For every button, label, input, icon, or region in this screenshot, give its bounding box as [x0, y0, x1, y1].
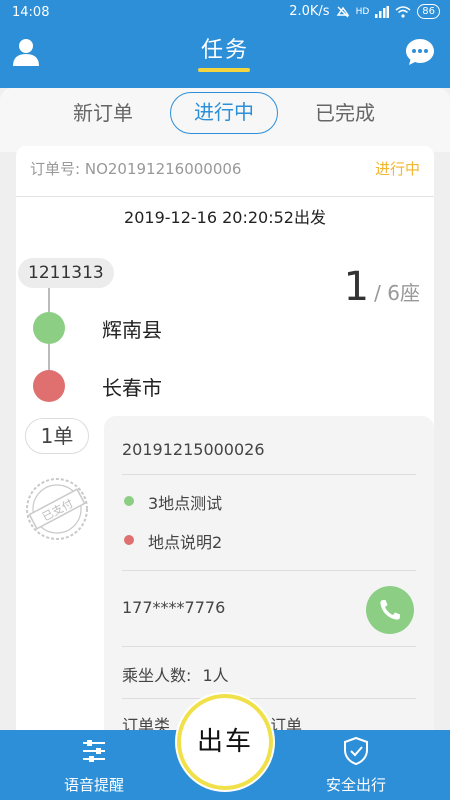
battery-indicator: 86 [417, 4, 440, 19]
passenger-count-value: 1人 [202, 666, 229, 685]
call-button[interactable] [366, 586, 414, 634]
status-icons: 2.0K/s HD 86 [289, 4, 440, 19]
order-number: 订单号: NO20191216000006 [30, 158, 241, 179]
tab-completed[interactable]: 已完成 [300, 92, 390, 134]
order-card[interactable]: 订单号: NO20191216000006 进行中 2019-12-16 20:… [16, 146, 434, 766]
tab-new-orders[interactable]: 新订单 [58, 92, 148, 134]
departure-time: 2019-12-16 20:20:52出发 [124, 208, 326, 227]
seat-count: 1 / 6座 [344, 264, 420, 310]
vehicle-plate: 1211313 [18, 258, 114, 288]
passenger-phone: 177****7776 [122, 598, 226, 617]
depart-button-label: 出车 [196, 727, 253, 757]
start-city: 辉南县 [102, 318, 162, 342]
shield-icon [344, 736, 368, 766]
route-line [48, 288, 50, 312]
paid-stamp: 已支付 [26, 478, 88, 540]
sliders-icon [83, 740, 105, 762]
divider [16, 196, 434, 197]
divider [122, 474, 416, 475]
voice-reminder-label: 语音提醒 [63, 776, 124, 794]
depart-button[interactable]: 出车 [177, 694, 273, 790]
passenger-count-label: 乘坐人数: [122, 666, 192, 685]
title-underline [198, 68, 250, 72]
page-title: 任务 [200, 38, 249, 63]
phone-icon [380, 600, 400, 620]
order-status: 进行中 [374, 160, 420, 178]
status-bar: 14:08 2.0K/s HD 86 [0, 0, 450, 28]
wifi-icon [395, 5, 411, 18]
divider [122, 698, 416, 699]
chat-icon[interactable] [404, 36, 436, 68]
seats-total: / 6座 [374, 281, 420, 305]
divider [122, 570, 416, 571]
order-count-badge: 1单 [25, 418, 89, 454]
order-number-value: NO20191216000006 [84, 160, 242, 178]
start-dot [33, 312, 65, 344]
dropoff-location: 地点说明2 [148, 533, 223, 552]
passenger-count: 乘坐人数: 1人 [122, 662, 229, 686]
network-type: HD [355, 6, 370, 17]
signal-icon [375, 5, 390, 18]
network-speed: 2.0K/s [289, 4, 330, 19]
end-dot [33, 370, 65, 402]
voice-reminder-button[interactable]: 语音提醒 [24, 730, 164, 795]
sub-order-number: 20191215000026 [122, 440, 265, 459]
order-tabs: 新订单 进行中 已完成 [0, 88, 450, 140]
divider [122, 646, 416, 647]
pickup-dot [124, 496, 134, 506]
order-number-label: 订单号: [30, 160, 81, 178]
route-line [48, 344, 50, 370]
safe-trip-button[interactable]: 安全出行 [286, 730, 426, 795]
seats-taken: 1 [343, 264, 370, 310]
pickup-location: 3地点测试 [148, 494, 223, 513]
dropoff-dot [124, 535, 134, 545]
app-header: 任务 [0, 28, 450, 88]
end-city: 长春市 [102, 376, 162, 400]
sub-order-detail[interactable]: 20191215000026 3地点测试 地点说明2 177****7776 乘… [104, 416, 434, 766]
tab-in-progress[interactable]: 进行中 [170, 92, 278, 134]
safe-trip-label: 安全出行 [325, 776, 386, 794]
mute-icon [336, 6, 349, 17]
status-time: 14:08 [12, 5, 50, 20]
